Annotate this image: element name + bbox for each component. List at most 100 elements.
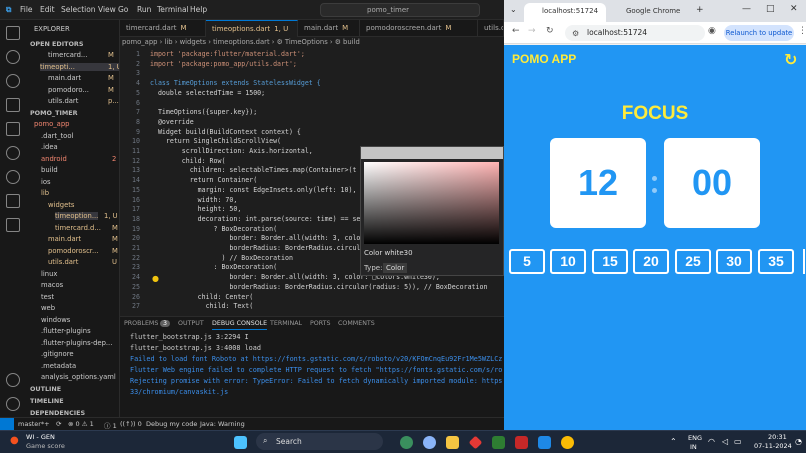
taskbar-search[interactable]: Search (256, 433, 383, 450)
relaunch-button[interactable]: Relaunch to update (724, 25, 794, 41)
time-option-25[interactable]: 25 (675, 249, 711, 274)
tree-item[interactable]: pomo_app (34, 120, 69, 128)
maximize-button[interactable]: □ (766, 4, 775, 14)
reload-icon[interactable]: ↻ (546, 26, 554, 36)
time-option-30[interactable]: 30 (716, 249, 752, 274)
volume-icon[interactable]: ◁ (722, 437, 728, 446)
close-button[interactable]: ✕ (790, 4, 798, 14)
language[interactable]: ENG (688, 434, 702, 442)
open-editor-item[interactable]: main.dart (48, 74, 81, 82)
timeline-header[interactable]: TIMELINE (30, 397, 64, 405)
tree-item[interactable]: ios (41, 178, 51, 186)
debug-status[interactable]: Debug my code (146, 420, 197, 428)
tree-item[interactable]: .flutter-plugins-dep... (41, 339, 112, 347)
tree-item[interactable]: .dart_tool (41, 132, 73, 140)
region[interactable]: IN (690, 443, 697, 451)
tree-item[interactable]: linux (41, 270, 57, 278)
tree-item[interactable]: macos (41, 281, 63, 289)
time-option-10[interactable]: 10 (550, 249, 586, 274)
tree-item[interactable]: .metadata (41, 362, 76, 370)
widget-title[interactable]: WI - GEN (26, 433, 55, 441)
clock-time[interactable]: 20:31 (768, 433, 787, 441)
tab-search-icon[interactable]: ⌄ (510, 5, 517, 14)
breadcrumb[interactable]: pomo_app › lib › widgets › timeoptions.d… (122, 38, 502, 49)
refresh-icon[interactable]: ↻ (784, 50, 797, 69)
tray-chevron-icon[interactable]: ⌃ (670, 437, 677, 446)
time-option-20[interactable]: 20 (633, 249, 669, 274)
tree-item[interactable]: timercard.d... (55, 224, 101, 232)
time-option-15[interactable]: 15 (592, 249, 628, 274)
color-swatch-header[interactable] (361, 147, 503, 159)
tree-item[interactable]: test (41, 293, 54, 301)
menu-file[interactable]: File (20, 5, 33, 14)
menu-selection[interactable]: Selection (61, 5, 96, 14)
notification-icon[interactable]: ◔ (795, 437, 802, 446)
tab-utils-dar[interactable]: utils.dar (478, 20, 504, 37)
menu-view[interactable]: View (98, 5, 116, 14)
settings-gear-icon[interactable] (6, 397, 20, 411)
tree-item[interactable]: android (41, 155, 67, 163)
command-center-search[interactable]: pomo_timer (320, 3, 480, 17)
profile-icon[interactable]: ◉ (708, 26, 716, 36)
open-editor-item[interactable]: pomodoro... (48, 86, 89, 94)
edge-browser-icon[interactable] (400, 436, 413, 449)
remote-icon[interactable] (6, 146, 20, 160)
panel-tab-problems[interactable]: PROBLEMS (124, 320, 158, 327)
app-icon[interactable] (492, 436, 505, 449)
tree-item[interactable]: main.dart (48, 235, 81, 243)
clock-date[interactable]: 07-11-2024 (754, 442, 792, 450)
tree-item[interactable]: lib (41, 189, 49, 197)
panel-tab-terminal[interactable]: TERMINAL (270, 320, 302, 327)
open-editor-item[interactable]: utils.dart (48, 97, 78, 105)
time-option-35[interactable]: 35 (758, 249, 794, 274)
git-branch[interactable]: master*+ (18, 420, 50, 428)
open-editors-header[interactable]: OPEN EDITORS (30, 40, 83, 48)
gmail-icon[interactable] (515, 436, 528, 449)
wifi-icon[interactable]: ◠ (708, 437, 715, 446)
panel-tab-3[interactable]: 3 (160, 320, 170, 327)
info-count[interactable]: ⓘ 1 (104, 420, 117, 430)
widget-subtitle[interactable]: Game score (26, 442, 65, 450)
file-explorer-icon[interactable] (446, 436, 459, 449)
tree-item[interactable]: timeoption... (55, 212, 98, 220)
tab-main-dart[interactable]: main.dartM (298, 20, 360, 37)
tab-timeoptions-dart[interactable]: timeoptions.dart1, U (206, 20, 298, 37)
dependencies-header[interactable]: DEPENDENCIES (30, 409, 85, 417)
chrome-taskbar-icon[interactable] (561, 436, 574, 449)
account-icon[interactable] (6, 373, 20, 387)
extensions-icon[interactable] (6, 218, 20, 232)
panel-tab-output[interactable]: OUTPUT (178, 320, 204, 327)
tree-item[interactable]: web (41, 304, 55, 312)
run-debug-icon[interactable] (6, 98, 20, 112)
tree-item[interactable]: analysis_options.yaml (41, 373, 116, 381)
github-icon[interactable] (6, 170, 20, 184)
tree-item[interactable]: .gitignore (41, 350, 74, 358)
java-status[interactable]: Java: Warning (200, 420, 245, 428)
sync-icon[interactable]: ⟳ (56, 420, 61, 428)
tree-item[interactable]: .idea (41, 143, 58, 151)
explorer-icon[interactable] (6, 26, 20, 40)
tab-timercard-dart[interactable]: timercard.dartM (120, 20, 206, 37)
minimize-button[interactable]: — (742, 4, 751, 14)
testing-icon[interactable] (6, 122, 20, 136)
panel-tab-comments[interactable]: COMMENTS (338, 320, 375, 327)
ports-count[interactable]: ((↑)) 0 (120, 420, 142, 428)
tree-item[interactable]: pomodoroscr... (48, 247, 98, 255)
menu-help[interactable]: Help (190, 5, 207, 14)
start-windows-icon[interactable] (234, 436, 247, 449)
lightbulb-icon[interactable]: ● (152, 274, 159, 283)
back-arrow-icon[interactable]: ← (512, 26, 520, 36)
tab-google-chrome[interactable]: Google Chrome (608, 3, 692, 22)
menu-terminal[interactable]: Terminal (157, 5, 189, 14)
docker-icon[interactable] (6, 194, 20, 208)
forward-arrow-icon[interactable]: → (528, 26, 536, 36)
vscode-taskbar-icon[interactable] (538, 436, 551, 449)
git-icon[interactable] (469, 436, 483, 450)
source-control-icon[interactable] (6, 74, 20, 88)
tab-localhost[interactable]: localhost:51724 (524, 3, 606, 22)
panel-tab-debug-console[interactable]: DEBUG CONSOLE (212, 320, 267, 330)
project-header[interactable]: POMO_TIMER (30, 109, 78, 117)
remote-indicator-icon[interactable] (0, 418, 14, 430)
copilot-icon[interactable] (423, 436, 436, 449)
menu-go[interactable]: Go (118, 5, 128, 14)
